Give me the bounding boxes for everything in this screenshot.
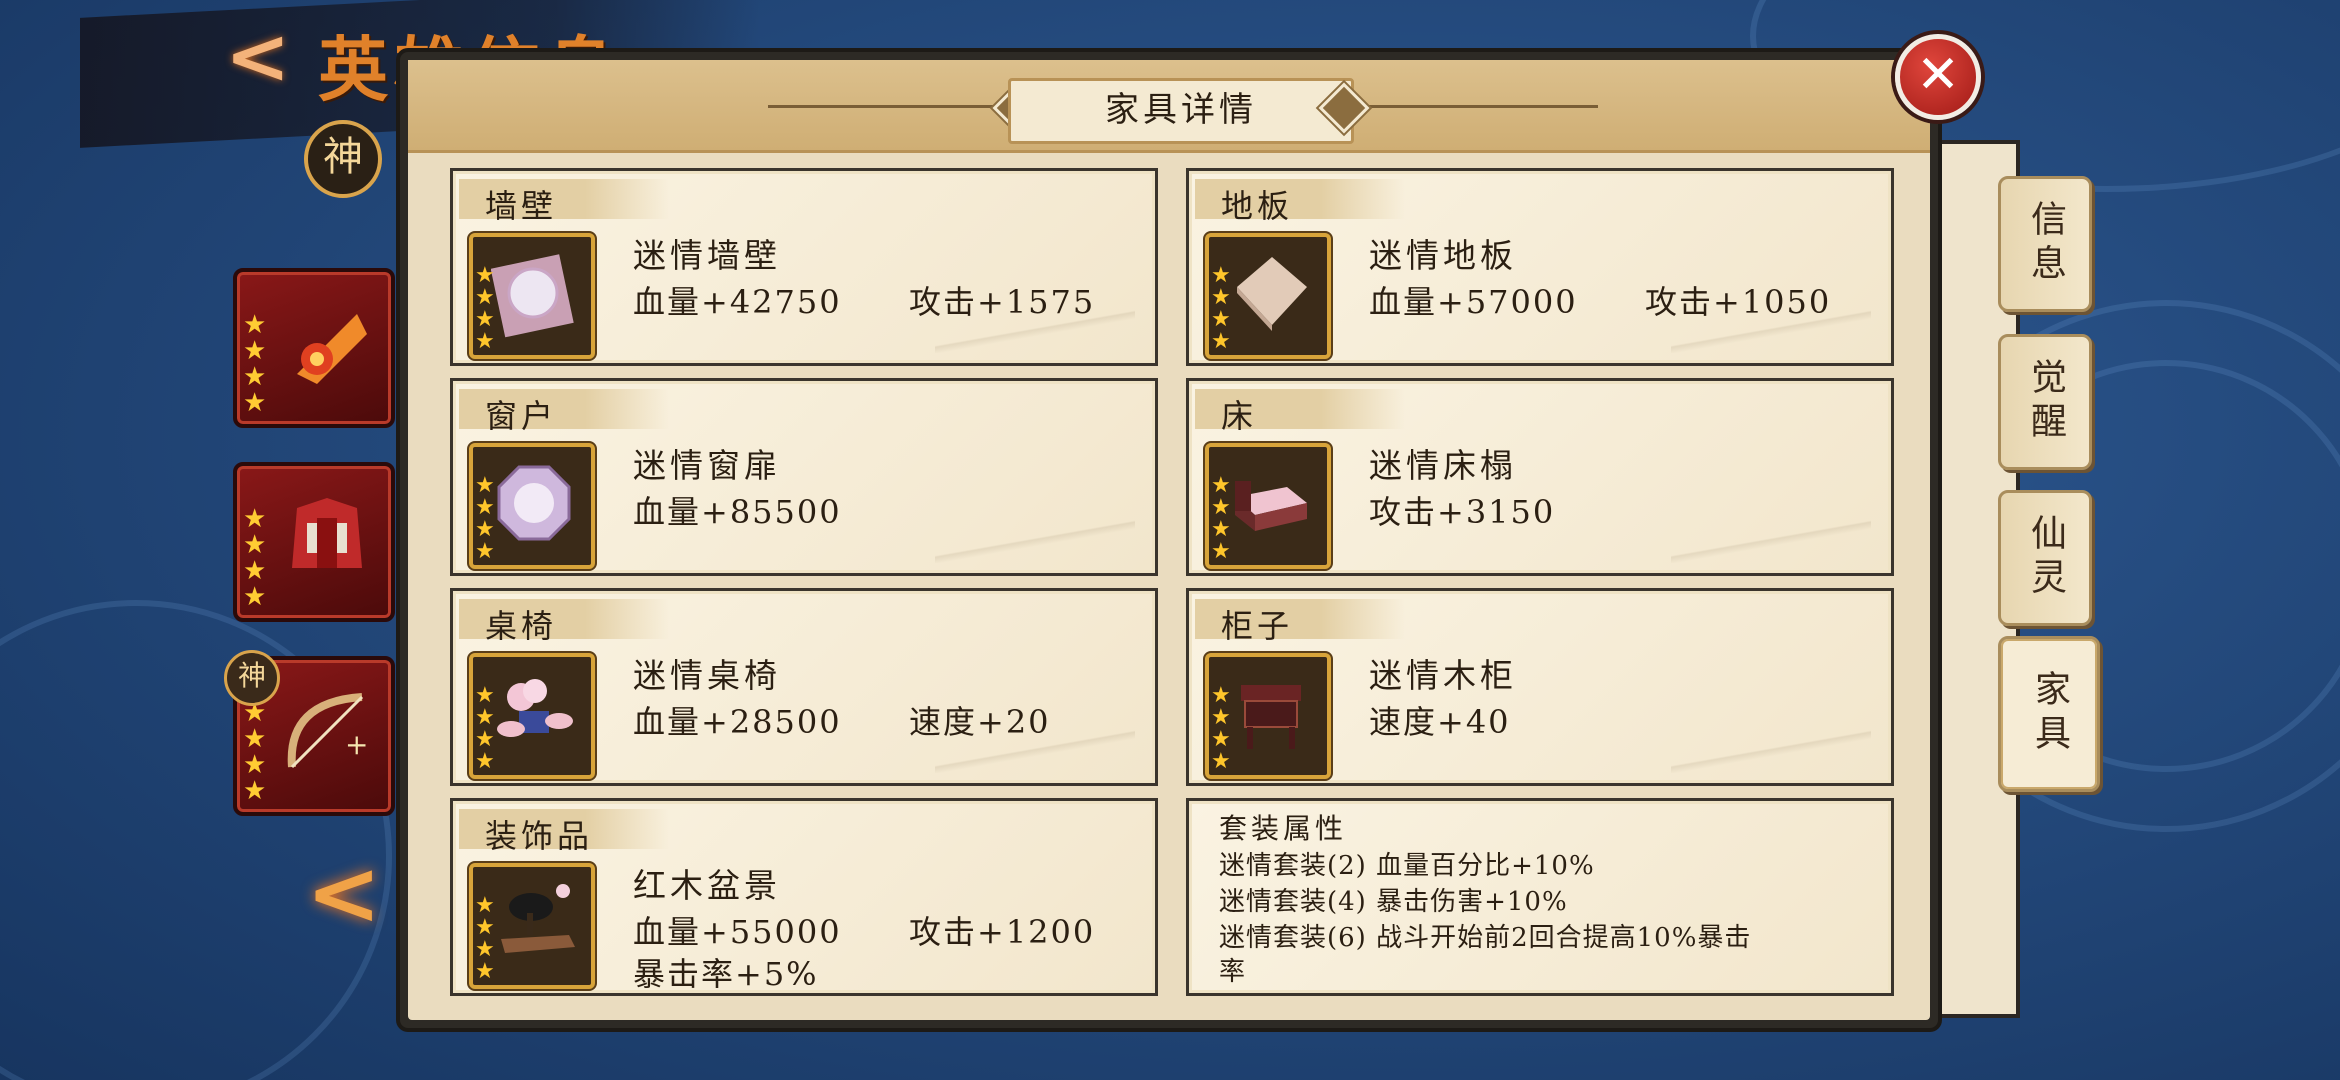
- category-label: 柜子: [1221, 607, 1294, 645]
- cabinet-icon: [1241, 685, 1301, 749]
- star-rating-icon: ★ ★ ★ ★: [1211, 683, 1231, 774]
- furniture-card-table-chairs[interactable]: 桌椅 ★ ★ ★ ★ 迷情桌椅 血量+28500 速度+20: [450, 588, 1158, 786]
- stat-value: 攻击+3150: [1369, 493, 1556, 531]
- header-divider: [768, 105, 998, 108]
- stat-value: 血量+85500: [633, 493, 842, 531]
- star-rating-icon: ★ ★ ★ ★: [1211, 263, 1231, 354]
- category-label: 窗户: [485, 397, 558, 435]
- mountain-decoration: [1671, 723, 1871, 773]
- furniture-name: 迷情墙壁: [633, 236, 781, 275]
- furniture-name: 迷情桌椅: [633, 656, 781, 695]
- category-label: 墙壁: [485, 187, 558, 225]
- set-bonus-line: 迷情套装(2) 血量百分比+10%: [1219, 851, 1595, 881]
- mountain-decoration: [935, 513, 1135, 563]
- star-rating-icon: ★ ★ ★ ★: [243, 310, 267, 418]
- furniture-icon-slot: ★ ★ ★ ★: [1205, 233, 1331, 359]
- set-bonus-line: 率: [1219, 957, 1247, 987]
- bonsai-icon: [501, 884, 575, 953]
- furniture-name: 迷情地板: [1369, 236, 1517, 275]
- furniture-name: 迷情窗扉: [633, 446, 781, 485]
- dialog-header: 家具详情: [408, 60, 1930, 153]
- furniture-name: 迷情床榻: [1369, 446, 1517, 485]
- dialog-title: 家具详情: [1008, 78, 1354, 144]
- stat-value: 暴击率+5%: [633, 955, 819, 993]
- tab-furniture[interactable]: 家具: [1998, 636, 2100, 792]
- bow-icon: +: [287, 693, 368, 769]
- god-badge-small: 神: [224, 650, 280, 706]
- stat-value: 攻击+1200: [909, 913, 1096, 951]
- mountain-decoration: [1671, 513, 1871, 563]
- category-label: 桌椅: [485, 607, 558, 645]
- god-badge: 神: [304, 120, 382, 198]
- furniture-icon-slot: ★ ★ ★ ★: [469, 653, 595, 779]
- equipment-slot-weapon[interactable]: ★ ★ ★ ★: [233, 268, 395, 428]
- chevron-left-icon[interactable]: <: [306, 840, 381, 946]
- back-arrow-icon[interactable]: <: [225, 18, 295, 96]
- mountain-decoration: [935, 723, 1135, 773]
- set-bonus-card: 套装属性 迷情套装(2) 血量百分比+10% 迷情套装(4) 暴击伤害+10% …: [1186, 798, 1894, 996]
- mountain-decoration: [1671, 303, 1871, 353]
- furniture-icon-slot: ★ ★ ★ ★: [1205, 653, 1331, 779]
- furniture-card-bed[interactable]: 床 ★ ★ ★ ★ 迷情床榻 攻击+3150: [1186, 378, 1894, 576]
- furniture-icon-slot: ★ ★ ★ ★: [469, 443, 595, 569]
- furniture-card-cabinet[interactable]: 柜子 ★ ★ ★ ★ 迷情木柜 速度+40: [1186, 588, 1894, 786]
- equipment-slot-armor[interactable]: ★ ★ ★ ★: [233, 462, 395, 622]
- stat-value: 血量+28500: [633, 703, 842, 741]
- set-bonus-title: 套装属性: [1219, 812, 1348, 845]
- star-rating-icon: ★ ★ ★ ★: [475, 263, 495, 354]
- svg-text:+: +: [345, 728, 368, 761]
- table-chairs-icon: [497, 679, 573, 737]
- set-bonus-line: 迷情套装(6) 战斗开始前2回合提高10%暴击: [1219, 923, 1752, 953]
- wallpaper-icon: [491, 254, 574, 338]
- bed-icon: [1235, 481, 1307, 531]
- star-rating-icon: ★ ★ ★ ★: [475, 473, 495, 564]
- furniture-name: 红木盆景: [633, 866, 781, 905]
- star-rating-icon: ★ ★ ★ ★: [475, 683, 495, 774]
- tab-info[interactable]: 信息: [1998, 176, 2092, 312]
- floor-icon: [1237, 257, 1307, 331]
- furniture-card-floor[interactable]: 地板 ★ ★ ★ ★ 迷情地板 血量+57000 攻击+1050: [1186, 168, 1894, 366]
- window-icon: [497, 465, 571, 541]
- stat-value: 血量+57000: [1369, 283, 1578, 321]
- armor-icon: [292, 498, 362, 568]
- category-label: 床: [1221, 397, 1258, 435]
- header-divider: [1368, 105, 1598, 108]
- star-rating-icon: ★ ★ ★ ★: [1211, 473, 1231, 564]
- star-rating-icon: ★ ★ ★ ★: [243, 504, 267, 612]
- furniture-icon-slot: ★ ★ ★ ★: [1205, 443, 1331, 569]
- set-bonus-line: 迷情套装(4) 暴击伤害+10%: [1219, 887, 1568, 917]
- furniture-card-window[interactable]: 窗户 ★ ★ ★ ★ 迷情窗扉 血量+85500: [450, 378, 1158, 576]
- furniture-card-wall[interactable]: 墙壁 ★ ★ ★ ★ 迷情墙壁 血量+42750 攻击+1575: [450, 168, 1158, 366]
- stat-value: 速度+40: [1369, 703, 1511, 741]
- furniture-detail-dialog: 家具详情 墙壁 ★ ★ ★ ★ 迷情墙壁 血量+42750 攻击+1575 地板 ★ ★: [400, 52, 1938, 1028]
- mountain-decoration: [935, 303, 1135, 353]
- stat-value: 血量+55000: [633, 913, 842, 951]
- star-rating-icon: ★ ★ ★ ★: [475, 893, 495, 984]
- category-label: 地板: [1221, 187, 1294, 225]
- category-label: 装饰品: [485, 817, 594, 855]
- tab-awaken[interactable]: 觉醒: [1998, 334, 2092, 470]
- fan-weapon-icon: [297, 314, 367, 384]
- tab-spirit[interactable]: 仙灵: [1998, 490, 2092, 626]
- stat-value: 血量+42750: [633, 283, 842, 321]
- furniture-icon-slot: ★ ★ ★ ★: [469, 863, 595, 989]
- star-rating-icon: ★ ★ ★ ★: [243, 698, 267, 806]
- close-button[interactable]: ✕: [1895, 34, 1981, 120]
- furniture-name: 迷情木柜: [1369, 656, 1517, 695]
- furniture-icon-slot: ★ ★ ★ ★: [469, 233, 595, 359]
- furniture-card-decoration[interactable]: 装饰品 ★ ★ ★ ★ 红木盆景 血量+55000 攻击+1200 暴击率+5%: [450, 798, 1158, 996]
